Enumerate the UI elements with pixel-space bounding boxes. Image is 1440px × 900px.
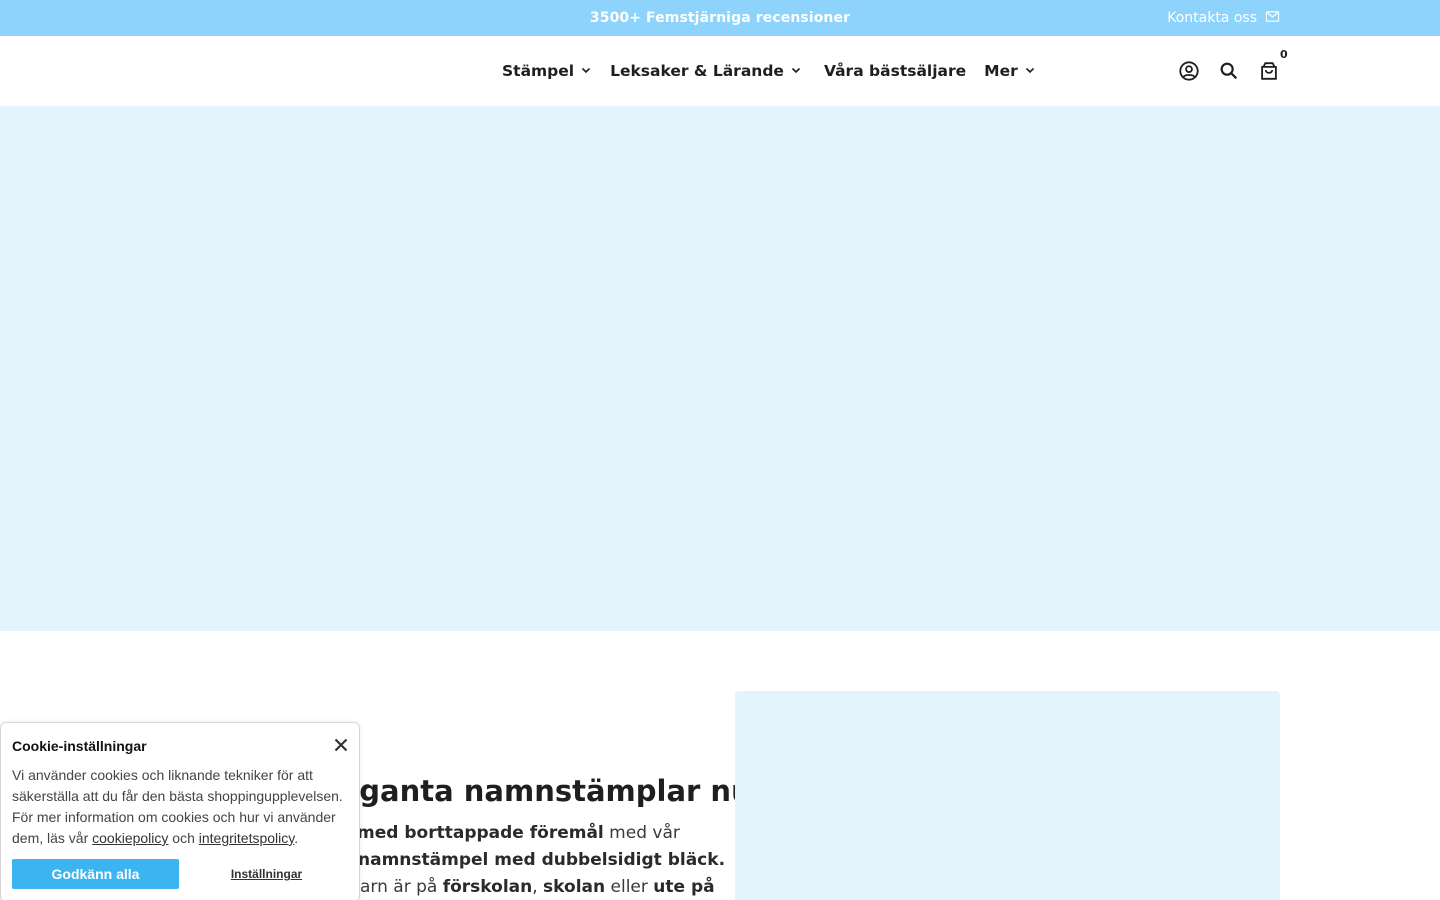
cart-count: 0 — [1280, 48, 1288, 61]
cookie-close-button[interactable] — [333, 737, 349, 753]
privacy-policy-link[interactable]: integritetspolicy — [199, 830, 294, 846]
cookie-title: Cookie-inställningar — [12, 738, 147, 754]
cookie-body-end: . — [294, 830, 299, 846]
intro-line-1: t med borttappade föremål med vår — [343, 823, 680, 843]
user-circle-icon — [1178, 61, 1200, 86]
intro-line-2-bold: namnstämpel med dubbelsidigt bläck. — [358, 850, 726, 870]
intro-line-3-d: skolan — [543, 877, 606, 897]
intro-line-2: namnstämpel med dubbelsidigt bläck. — [358, 850, 725, 870]
intro-line-3-a: arn är på — [360, 877, 443, 897]
cookie-settings-button[interactable]: Inställningar — [189, 859, 344, 889]
cookie-description: Vi använder cookies och liknande teknike… — [12, 765, 350, 849]
chevron-down-icon — [580, 62, 592, 80]
nav-item-mer[interactable]: Mer — [984, 62, 1036, 80]
nav-item-label: Våra bästsäljare — [823, 62, 967, 80]
account-button[interactable] — [1178, 60, 1200, 82]
nav-item-label: Stämpel — [502, 62, 575, 80]
close-icon — [333, 738, 349, 757]
intro-line-3-f: ute på — [653, 877, 715, 897]
chevron-down-icon — [790, 62, 802, 80]
intro-line-3: arn är på förskolan, skolan eller ute på — [360, 877, 715, 897]
nav-item-bastsaljare[interactable]: Våra bästsäljare — [824, 62, 966, 80]
cookie-body-mid: och — [168, 830, 199, 846]
accept-all-button[interactable]: Godkänn alla — [12, 859, 179, 889]
contact-link[interactable]: Kontakta oss — [1167, 0, 1280, 36]
search-icon — [1218, 62, 1240, 86]
nav-item-label: Mer — [984, 62, 1018, 80]
intro-line-1-rest: med vår — [603, 823, 680, 843]
cookie-consent-dialog: Cookie-inställningar Vi använder cookies… — [0, 722, 360, 900]
cart-button[interactable]: 0 — [1258, 48, 1288, 82]
intro-line-1-bold: t med borttappade föremål — [343, 823, 604, 843]
nav-item-stampel[interactable]: Stämpel — [502, 62, 592, 80]
intro-line-3-b: förskolan — [442, 877, 533, 897]
intro-line-3-c: , — [532, 877, 544, 897]
intro-line-3-e: eller — [605, 877, 654, 897]
section-headline: eleganta namnstämplar nu! — [310, 774, 765, 808]
hero-banner — [0, 106, 1440, 631]
nav-item-leksaker[interactable]: Leksaker & Lärande — [610, 62, 802, 80]
site-header: Stämpel Leksaker & Lärande Våra bästsälj… — [0, 36, 1440, 106]
mail-icon — [1265, 9, 1280, 28]
main-navigation: Stämpel Leksaker & Lärande Våra bästsälj… — [502, 36, 1054, 106]
search-button[interactable] — [1218, 60, 1240, 82]
shopping-bag-icon — [1258, 62, 1280, 86]
chevron-down-icon — [1024, 62, 1036, 80]
product-media-placeholder — [735, 691, 1280, 900]
announcement-bar: 3500+ Femstjärniga recensioner Kontakta … — [0, 0, 1440, 36]
contact-label: Kontakta oss — [1167, 10, 1257, 26]
cookie-policy-link[interactable]: cookiepolicy — [92, 830, 168, 846]
header-icons: 0 — [1178, 36, 1288, 106]
nav-item-label: Leksaker & Lärande — [610, 62, 784, 80]
